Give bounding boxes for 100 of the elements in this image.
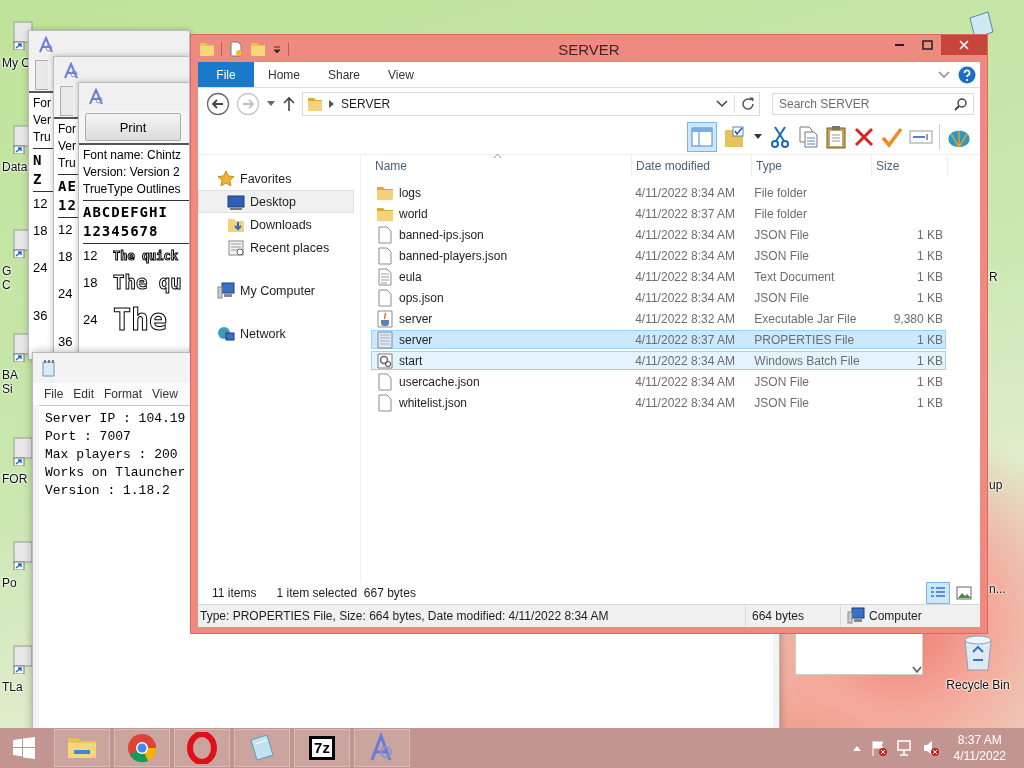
nav-item[interactable]: Downloads [198,213,354,236]
size-cell-text: 1 KB [916,290,944,305]
nav-item[interactable]: Network [198,322,354,345]
nav-item[interactable]: Recent places [198,236,354,259]
ribbon-tab[interactable]: Home [254,62,314,87]
details-view-button[interactable] [926,582,950,604]
print-button[interactable]: Print [85,113,181,141]
back-icon[interactable] [206,92,230,116]
type-cell-text: JSON File [753,374,810,389]
dropdown-caret-icon[interactable] [753,133,763,141]
type-cell-text: PROPERTIES File [753,332,856,347]
nav-item[interactable]: My Computer [198,279,354,302]
font-sample-characters: 12 [58,196,77,215]
star-icon [217,169,235,188]
paste-icon[interactable] [825,125,847,149]
folder-icon [307,96,323,112]
breadcrumb-arrow-icon [329,100,335,108]
font-size-label: 18 [83,274,99,290]
file-row[interactable]: banned-players.json 4/11/2022 8:34 AM JSON File 1 KB [371,246,946,265]
font-size-label: 24 [33,259,49,275]
folder-checkbox-icon[interactable] [723,125,747,149]
type-cell-text: File folder [753,206,809,221]
file-row[interactable]: ops.json 4/11/2022 8:34 AM JSON File 1 KB [371,288,946,307]
picture-icon [956,586,972,600]
cut-icon[interactable] [769,125,791,149]
close-button[interactable] [941,35,987,55]
date-cell-text: 4/11/2022 8:34 AM [634,353,736,368]
monitor-icon [227,192,245,211]
menu-item[interactable]: File [44,387,64,401]
size-cell-text: 1 KB [916,374,944,389]
file-row[interactable]: logs 4/11/2022 8:34 AM File folder [371,183,946,202]
file-name: logs [399,185,421,200]
taskbar-app-button[interactable]: 7z [294,729,350,767]
size-cell-text: 9,380 KB [892,311,944,326]
column-header[interactable]: Size [872,155,948,177]
text-line: Max players : 200 [45,446,179,464]
font-size-label: 18 [33,222,49,238]
flag-icon [869,739,888,757]
taskbar-app-button[interactable] [114,729,170,767]
file-name: usercache.json [399,374,480,389]
preview-pane-button[interactable] [687,122,717,152]
font-info-text: For [33,95,51,112]
help-icon[interactable] [958,65,976,84]
desktop-icon-label: FOR [2,472,28,486]
window-title: SERVER [558,41,620,58]
file-icon [376,246,394,265]
ribbon-tab[interactable]: Share [314,62,375,87]
type-cell-text: JSON File [753,227,810,242]
nav-item[interactable]: Desktop [198,190,354,213]
file-row[interactable]: server 4/11/2022 8:32 AM Executable Jar File 9,380 KB [371,309,946,328]
font-viewer-icon [62,62,80,80]
date-cell-text: 4/11/2022 8:34 AM [634,227,736,242]
file-row[interactable]: start 4/11/2022 8:34 AM Windows Batch File 1 KB [371,351,946,370]
chevron-down-icon[interactable] [716,99,728,109]
rename-icon[interactable] [909,128,933,146]
taskbar-app-button[interactable] [174,729,230,767]
file-tab[interactable]: File [198,62,254,87]
column-header[interactable]: Date modified [632,155,752,177]
menu-item[interactable]: View [152,387,178,401]
file-row[interactable]: world 4/11/2022 8:37 AM File folder [371,204,946,223]
taskbar-app-button[interactable] [234,729,290,767]
font-info-text: Version: Version 2 [83,164,180,181]
details-text: Type: PROPERTIES File, Size: 664 bytes, Date modified: 4/11/2022 8:34 AM [200,609,610,623]
taskbar-app-button[interactable] [54,729,110,767]
file-row[interactable]: server 4/11/2022 8:37 AM PROPERTIES File 1 KB [371,330,946,349]
dropdown-caret-icon[interactable] [272,43,282,54]
dropdown-caret-icon[interactable] [266,100,276,108]
nav-item[interactable]: Favorites [198,167,354,190]
column-header[interactable]: Name [371,155,632,177]
delete-icon[interactable] [853,126,875,148]
selection-info: 1 item selected 667 bytes [276,586,416,600]
refresh-icon[interactable] [741,97,755,111]
file-row[interactable]: eula 4/11/2022 8:34 AM Text Document 1 KB [371,267,946,286]
copy-icon[interactable] [797,125,819,149]
type-cell-text: JSON File [753,248,810,263]
computer-icon [217,281,235,300]
taskbar-app-button[interactable] [354,729,410,767]
file-name: whitelist.json [399,395,468,410]
ribbon-tab[interactable]: View [374,62,428,87]
show-hidden-icons-icon [851,744,862,752]
menu-item[interactable]: Edit [73,387,95,401]
checkmark-icon[interactable] [881,126,903,148]
address-bar[interactable]: SERVER [302,92,760,116]
file-row[interactable]: whitelist.json 4/11/2022 8:34 AM JSON File 1 KB [371,393,946,412]
file-row[interactable]: usercache.json 4/11/2022 8:34 AM JSON File 1 KB [371,372,946,391]
search-field[interactable]: Search SERVER [772,93,974,115]
font-sample-characters: Z [33,170,43,189]
file-name: start [399,353,423,368]
preview-pane-icon [691,126,713,148]
up-arrow-icon[interactable] [282,96,296,112]
print-button[interactable] [35,60,48,90]
menu-item[interactable]: Format [104,387,143,401]
column-header[interactable]: Type [752,155,872,177]
zone-text: Computer [869,609,922,623]
font-size-label: 12 [83,248,99,263]
new-document-icon[interactable] [228,40,244,57]
print-button[interactable] [60,86,73,116]
file-row[interactable]: banned-ips.json 4/11/2022 8:34 AM JSON File 1 KB [371,225,946,244]
forward-icon[interactable] [236,92,260,116]
file-icon [376,225,394,244]
